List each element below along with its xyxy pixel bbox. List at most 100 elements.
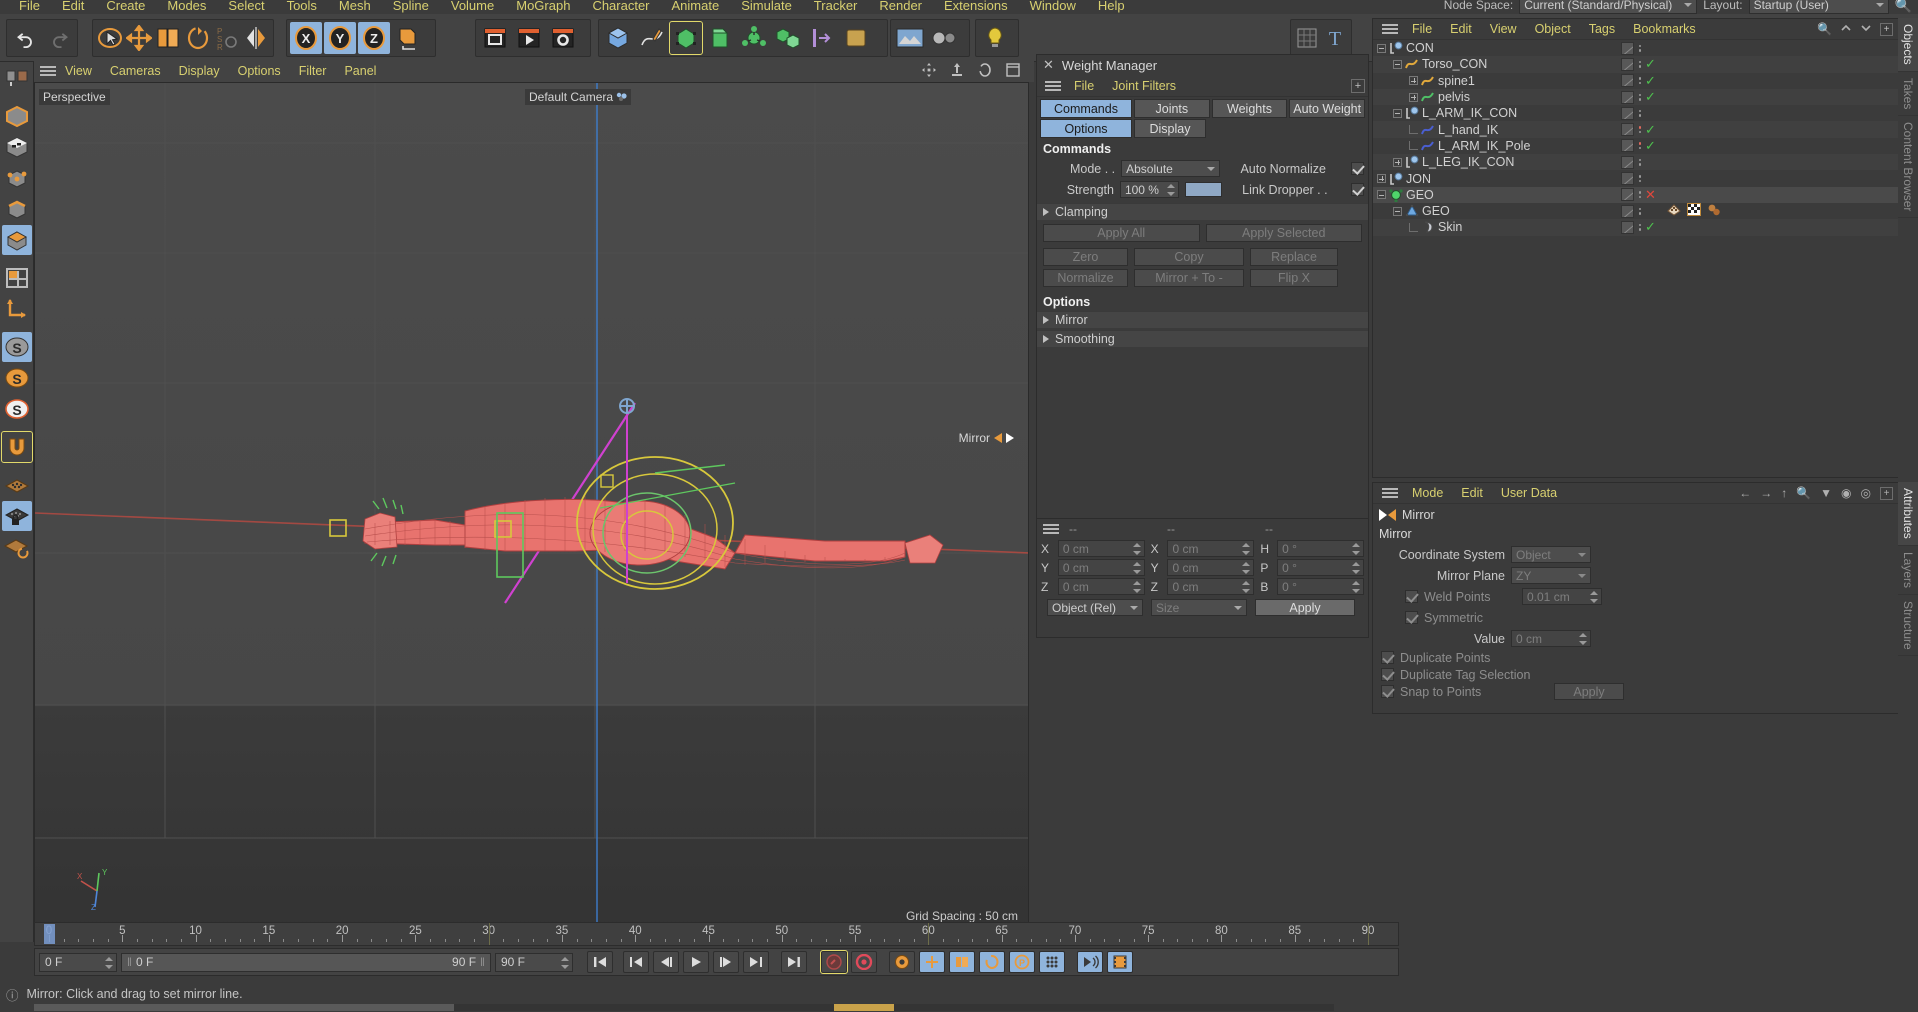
world-object-coordinates-icon[interactable] xyxy=(392,22,424,54)
add-array-icon[interactable] xyxy=(772,22,804,54)
attr-forward-icon[interactable]: → xyxy=(1760,486,1772,500)
visibility-dot-icon[interactable] xyxy=(1638,191,1642,199)
menu-item[interactable]: Simulate xyxy=(730,0,803,13)
selection-tag-icon[interactable] xyxy=(1667,203,1681,219)
apply-all-button[interactable]: Apply All xyxy=(1043,224,1200,242)
add-environment-icon[interactable] xyxy=(738,22,770,54)
film-strip-icon[interactable] xyxy=(1107,951,1133,973)
add-connector-icon[interactable] xyxy=(806,22,838,54)
visibility-dot-icon[interactable] xyxy=(1638,223,1642,231)
om-add-layout-icon[interactable]: + xyxy=(1880,22,1893,36)
frame-range-slider[interactable]: ‖ 0 F 90 F ‖ xyxy=(121,952,491,972)
menu-item[interactable]: Tracker xyxy=(803,0,869,13)
object-tree-row[interactable]: L_ARM_IK_CON xyxy=(1373,105,1899,121)
add-nurbs-generator-icon[interactable] xyxy=(669,21,703,55)
visibility-dots-toggle[interactable] xyxy=(1621,123,1634,137)
grid-toggle-icon[interactable] xyxy=(1294,22,1320,54)
object-tree-row[interactable]: L_hand_IK ✓ xyxy=(1373,121,1899,138)
visibility-dots-toggle[interactable] xyxy=(1621,204,1634,218)
weight-tag-icon[interactable] xyxy=(1707,203,1721,219)
next-keyframe-icon[interactable] xyxy=(743,951,769,973)
viewport-menu-hamburger-icon[interactable] xyxy=(40,65,56,77)
visibility-dot-icon[interactable] xyxy=(1638,175,1642,183)
om-menu-object[interactable]: Object xyxy=(1526,22,1580,36)
om-menu-bookmarks[interactable]: Bookmarks xyxy=(1624,22,1705,36)
coord-z-position-input[interactable]: 0 cm xyxy=(1057,578,1145,595)
key-scale-icon[interactable] xyxy=(949,951,975,973)
normalize-button[interactable]: Normalize xyxy=(1043,269,1128,287)
key-pla-icon[interactable] xyxy=(1039,951,1065,973)
wm-menu-joint-filters[interactable]: Joint Filters xyxy=(1103,79,1185,93)
object-tree-row[interactable]: GEO xyxy=(1373,203,1899,219)
link-dropper-checkbox[interactable] xyxy=(1351,183,1365,196)
tab-auto-weight[interactable]: Auto Weight xyxy=(1289,99,1366,118)
render-view-icon[interactable] xyxy=(479,22,511,54)
expand-node-icon[interactable] xyxy=(1409,92,1418,102)
polygon-mode-icon[interactable] xyxy=(2,225,32,255)
viewport-display-icon[interactable] xyxy=(894,22,926,54)
visibility-dots-toggle[interactable] xyxy=(1621,188,1634,202)
om-menu-tags[interactable]: Tags xyxy=(1580,22,1624,36)
visibility-dot-icon[interactable] xyxy=(1638,77,1642,85)
render-region-icon[interactable] xyxy=(513,22,545,54)
object-tree[interactable]: CON Torso_CON ✓ spine1 ✓ pelvis ✓ L_ARM_IK_CON L… xyxy=(1373,40,1899,236)
add-interaction-icon[interactable] xyxy=(840,22,872,54)
collapse-node-icon[interactable] xyxy=(1393,59,1402,69)
key-rotation-icon[interactable] xyxy=(979,951,1005,973)
coord-b-input[interactable]: 0 ° xyxy=(1277,578,1364,595)
visibility-dots-toggle[interactable] xyxy=(1621,172,1634,186)
om-menu-file[interactable]: File xyxy=(1403,22,1441,36)
coord-y-position-input[interactable]: 0 cm xyxy=(1057,559,1145,576)
autokey-icon[interactable] xyxy=(851,951,877,973)
strength-input[interactable]: 100 % xyxy=(1119,181,1179,198)
visibility-dot-icon[interactable] xyxy=(1638,44,1642,52)
mirror-expand-icon[interactable] xyxy=(1043,316,1049,324)
axis-modify-icon[interactable] xyxy=(2,294,32,324)
tab-commands[interactable]: Commands xyxy=(1040,99,1132,118)
point-mode-icon[interactable] xyxy=(2,163,32,193)
viewport-menu-item[interactable]: Panel xyxy=(335,64,385,78)
vtab-objects[interactable]: Objects xyxy=(1898,18,1918,72)
snap-quantize-icon[interactable]: S xyxy=(2,394,32,424)
attr-up-icon[interactable]: ↑ xyxy=(1781,486,1787,500)
auto-normalize-checkbox[interactable] xyxy=(1350,162,1364,175)
attr-add-icon[interactable]: + xyxy=(1880,486,1893,500)
visibility-dot-icon[interactable] xyxy=(1638,207,1642,215)
attr-menu-user-data[interactable]: User Data xyxy=(1492,486,1566,500)
object-tree-row[interactable]: L_ARM_IK_Pole ✓ xyxy=(1373,138,1899,154)
visibility-dot-icon[interactable] xyxy=(1638,109,1642,117)
object-tree-row[interactable]: pelvis ✓ xyxy=(1373,88,1899,106)
model-mode-icon[interactable] xyxy=(2,101,32,131)
smoothing-expand-icon[interactable] xyxy=(1043,335,1049,343)
end-frame-input[interactable]: 90 F xyxy=(495,952,573,972)
add-deformer-icon[interactable] xyxy=(704,22,736,54)
collapse-node-icon[interactable] xyxy=(1393,108,1402,118)
goto-start-icon[interactable] xyxy=(587,951,613,973)
record-key-icon[interactable] xyxy=(820,950,848,974)
material-tag-icon[interactable] xyxy=(1687,203,1701,219)
camera-icon[interactable] xyxy=(928,22,960,54)
horizontal-scrollbar[interactable] xyxy=(34,1004,1334,1011)
attr-pin-icon[interactable]: ◎ xyxy=(1861,486,1871,500)
wm-menu-file[interactable]: File xyxy=(1065,79,1103,93)
copy-button[interactable]: Copy xyxy=(1134,248,1244,266)
vtab-attributes[interactable]: Attributes xyxy=(1898,482,1918,546)
viewport-3d[interactable]: Perspective Default Camera Mirror Grid S… xyxy=(34,82,1029,934)
viewport-move-icon[interactable] xyxy=(922,62,936,80)
coord-x-size-input[interactable]: 0 cm xyxy=(1167,540,1255,557)
coord-apply-button[interactable]: Apply xyxy=(1255,599,1355,616)
om-search-icon[interactable]: 🔍 xyxy=(1817,22,1832,36)
expand-node-icon[interactable] xyxy=(1393,157,1402,167)
apply-selected-button[interactable]: Apply Selected xyxy=(1205,224,1362,242)
duplicate-points-checkbox[interactable] xyxy=(1381,651,1394,664)
visibility-dots-toggle[interactable] xyxy=(1621,41,1634,55)
value-input[interactable]: 0 cm xyxy=(1511,630,1591,647)
coord-h-input[interactable]: 0 ° xyxy=(1277,540,1364,557)
menu-item[interactable]: Spline xyxy=(382,0,440,13)
object-tree-row[interactable]: JON xyxy=(1373,170,1899,186)
coord-z-size-input[interactable]: 0 cm xyxy=(1167,578,1255,595)
object-tree-row[interactable]: spine1 ✓ xyxy=(1373,73,1899,89)
select-tool-icon[interactable] xyxy=(96,22,123,54)
timeline-playhead[interactable] xyxy=(44,924,55,944)
redo-icon[interactable] xyxy=(43,22,74,54)
